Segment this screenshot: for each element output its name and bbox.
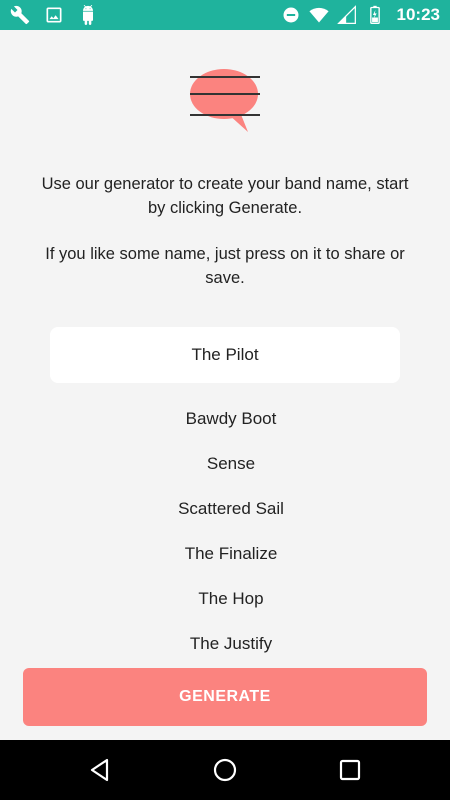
status-bar: 10:23	[0, 0, 450, 30]
wifi-icon	[308, 7, 329, 23]
band-name-item[interactable]: The Justify	[0, 629, 450, 659]
speech-bubble-lines-icon	[190, 69, 260, 132]
intro-text-share: If you like some name, just press on it …	[45, 245, 405, 287]
band-name-item[interactable]: Bawdy Boot	[0, 404, 450, 434]
do-not-disturb-icon	[283, 7, 299, 23]
home-icon[interactable]	[212, 757, 238, 783]
status-time: 10:23	[396, 5, 440, 24]
battery-charging-icon	[369, 5, 380, 24]
featured-band-name[interactable]: The Pilot	[50, 327, 400, 383]
navigation-bar	[0, 740, 450, 800]
android-icon	[83, 5, 93, 25]
intro-text-generate: Use our generator to create your band na…	[41, 175, 409, 217]
band-name-item[interactable]: Sense	[0, 449, 450, 479]
band-name-item[interactable]: The Finalize	[0, 539, 450, 569]
wrench-icon	[10, 5, 30, 25]
image-icon	[46, 7, 62, 23]
band-name-item[interactable]: Scattered Sail	[0, 494, 450, 524]
back-icon[interactable]	[87, 757, 113, 783]
recents-icon[interactable]	[337, 757, 363, 783]
generate-button[interactable]: GENERATE	[23, 668, 427, 726]
signal-icon	[336, 5, 356, 24]
band-name-item[interactable]: The Hop	[0, 584, 450, 614]
